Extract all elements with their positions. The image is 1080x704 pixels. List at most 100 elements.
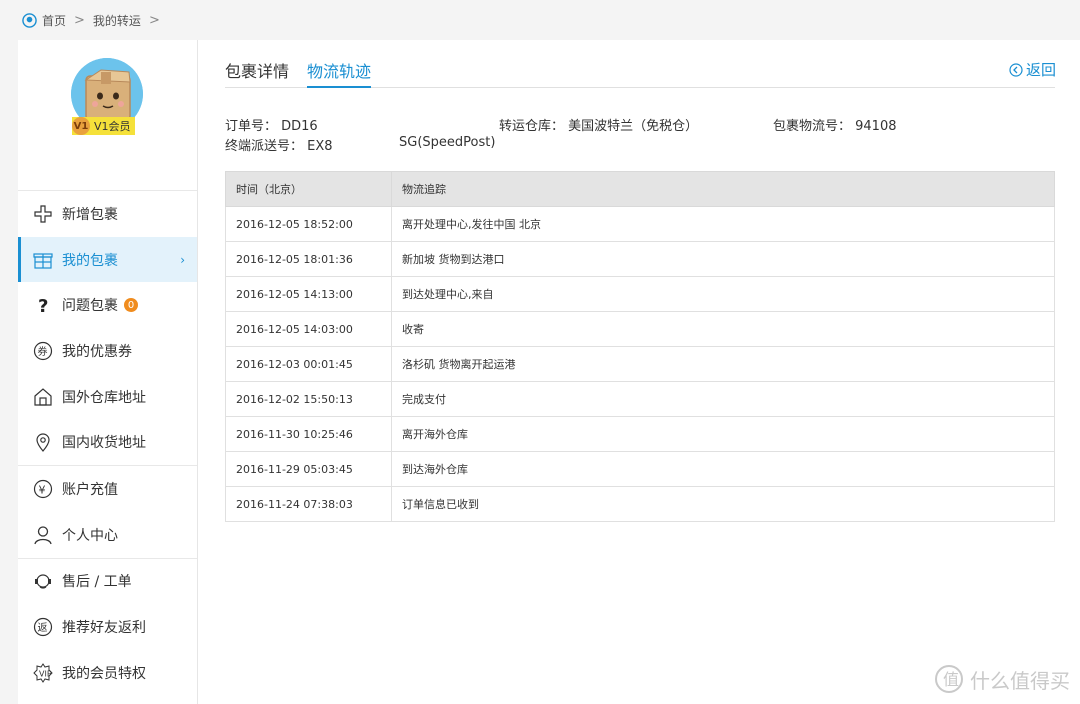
row-event: 新加坡 货物到达港口: [391, 241, 1055, 277]
sidebar-item-label: 推荐好友返利: [62, 620, 146, 637]
row-time: 2016-12-02 15:50:13: [225, 381, 392, 417]
row-time: 2016-12-03 00:01:45: [225, 346, 392, 382]
back-label: 返回: [1025, 61, 1056, 79]
table-row: 2016-12-03 00:01:45 洛杉矶 货物离开起运港: [225, 346, 1055, 382]
transit-warehouse: 转运仓库： 美国波特兰（免税仓）: [499, 119, 699, 134]
sidebar-item-overseas-warehouse[interactable]: 国外仓库地址: [18, 374, 197, 420]
table-header-row: 时间（北京） 物流追踪: [225, 171, 1055, 207]
chevron-right-icon: ›: [180, 252, 185, 267]
sidebar-item-new-package[interactable]: 新增包裹: [18, 191, 197, 237]
sidebar-item-referral[interactable]: 返 推荐好友返利: [18, 604, 197, 650]
table-row: 2016-12-05 14:03:00 收寄: [225, 311, 1055, 347]
sidebar: V1 V1会员 新增包裹 我的包裹 › ? 问题包裹 0 券 我的优惠券 国外仓…: [18, 40, 198, 704]
row-time: 2016-11-29 05:03:45: [225, 451, 392, 487]
breadcrumb-current[interactable]: 我的转运: [93, 12, 141, 29]
row-event: 到达海外仓库: [391, 451, 1055, 487]
sidebar-item-label: 我的优惠券: [62, 343, 132, 360]
table-row: 2016-11-24 07:38:03 订单信息已收到: [225, 486, 1055, 522]
sidebar-item-recharge[interactable]: ¥ 账户充值: [18, 466, 197, 512]
main-content: 包裹详情 物流轨迹 返回 订单号： DD16 转运仓库： 美国波特兰（免税仓） …: [198, 40, 1080, 704]
headset-icon: [32, 570, 54, 592]
row-time: 2016-11-30 10:25:46: [225, 416, 392, 452]
row-event: 离开处理中心,发往中国 北京: [391, 206, 1055, 242]
table-row: 2016-12-02 15:50:13 完成支付: [225, 381, 1055, 417]
sidebar-item-label: 新增包裹: [62, 206, 118, 223]
level-text: V1会员: [94, 120, 131, 133]
watermark-logo-icon: 值: [935, 665, 963, 693]
sidebar-item-problem-packages[interactable]: ? 问题包裹 0: [18, 282, 197, 328]
svg-text:¥: ¥: [39, 483, 46, 496]
location-pin-icon: [22, 12, 37, 28]
sidebar-item-my-packages[interactable]: 我的包裹 ›: [18, 236, 197, 283]
table-row: 2016-11-30 10:25:46 离开海外仓库: [225, 416, 1055, 452]
sidebar-item-label: 国外仓库地址: [62, 389, 146, 406]
svg-text:券: 券: [38, 345, 48, 358]
watermark-text: 什么值得买: [970, 668, 1070, 693]
sidebar-item-label: 账户充值: [62, 481, 118, 498]
sidebar-item-member-privileges[interactable]: VIP 我的会员特权: [18, 650, 197, 696]
watermark: 值 什么值得买: [934, 664, 1070, 694]
back-button[interactable]: 返回: [1009, 59, 1056, 80]
column-header-tracking: 物流追踪: [391, 171, 1055, 207]
profile-card: V1 V1会员: [18, 40, 197, 191]
coupon-icon: 券: [32, 340, 54, 362]
svg-text:值: 值: [943, 670, 959, 689]
sidebar-item-coupons[interactable]: 券 我的优惠券: [18, 328, 197, 374]
back-arrow-icon: [1009, 62, 1023, 77]
tab-bar: 包裹详情 物流轨迹: [225, 58, 1055, 88]
final-delivery-number: 终端派送号： EX8: [225, 139, 333, 154]
question-icon: ?: [32, 294, 54, 316]
plus-icon: [32, 203, 54, 225]
row-time: 2016-11-24 07:38:03: [225, 486, 392, 522]
tab-logistics-tracking[interactable]: 物流轨迹: [307, 58, 372, 88]
sidebar-item-domestic-address[interactable]: 国内收货地址: [18, 419, 197, 465]
tab-package-details[interactable]: 包裹详情: [225, 58, 289, 88]
sidebar-item-label: 售后 / 工单: [62, 574, 132, 591]
user-icon: [32, 524, 54, 546]
rebate-icon: 返: [32, 616, 54, 638]
sidebar-item-label: 问题包裹: [62, 298, 118, 315]
row-time: 2016-12-05 18:01:36: [225, 241, 392, 277]
column-header-time: 时间（北京）: [225, 171, 392, 207]
row-event: 到达处理中心,来自: [391, 276, 1055, 312]
row-event: 收寄: [391, 311, 1055, 347]
sidebar-item-label: 个人中心: [62, 527, 118, 544]
package-info: 订单号： DD16 转运仓库： 美国波特兰（免税仓） 包裹物流号： 94108 …: [225, 115, 1055, 155]
sidebar-item-label: 国内收货地址: [62, 435, 146, 452]
menu-group-packages: 新增包裹 我的包裹 › ? 问题包裹 0 券 我的优惠券 国外仓库地址 国内收货…: [18, 191, 197, 467]
yuan-icon: ¥: [32, 478, 54, 500]
location-icon: [32, 431, 54, 453]
row-time: 2016-12-05 18:52:00: [225, 206, 392, 242]
sidebar-item-after-sales[interactable]: 售后 / 工单: [18, 559, 197, 605]
chevron-right-icon: >: [74, 12, 85, 28]
row-event: 洛杉矶 货物离开起运港: [391, 346, 1055, 382]
breadcrumb-home[interactable]: 首页: [42, 12, 66, 29]
member-level-badge: V1 V1会员: [72, 117, 135, 135]
problem-count-badge: 0: [124, 298, 138, 313]
row-event: 订单信息已收到: [391, 486, 1055, 522]
warehouse-icon: [32, 386, 54, 408]
gift-box-icon: [32, 249, 54, 271]
svg-text:返: 返: [38, 622, 48, 634]
table-row: 2016-12-05 18:52:00 离开处理中心,发往中国 北京: [225, 206, 1055, 242]
final-delivery-carrier: SG(SpeedPost): [399, 135, 496, 150]
table-row: 2016-12-05 18:01:36 新加坡 货物到达港口: [225, 241, 1055, 277]
svg-text:?: ?: [38, 296, 48, 315]
tracking-table: 时间（北京） 物流追踪 2016-12-05 18:52:00 离开处理中心,发往…: [225, 171, 1055, 522]
sidebar-item-personal-center[interactable]: 个人中心: [18, 512, 197, 558]
member-privilege-icon: VIP: [32, 662, 54, 684]
row-event: 离开海外仓库: [391, 416, 1055, 452]
order-number: 订单号： DD16: [225, 119, 318, 134]
table-row: 2016-11-29 05:03:45 到达海外仓库: [225, 451, 1055, 487]
row-time: 2016-12-05 14:03:00: [225, 311, 392, 347]
breadcrumb: 首页 > 我的转运 >: [0, 0, 1080, 40]
svg-text:VIP: VIP: [39, 669, 52, 678]
level-icon: V1: [72, 117, 90, 135]
chevron-right-icon: >: [148, 12, 160, 28]
sidebar-item-label: 我的包裹: [62, 252, 118, 269]
row-event: 完成支付: [391, 381, 1055, 417]
table-row: 2016-12-05 14:13:00 到达处理中心,来自: [225, 276, 1055, 312]
sidebar-item-label: 我的会员特权: [62, 665, 146, 682]
menu-group-account: ¥ 账户充值 个人中心: [18, 466, 197, 559]
row-time: 2016-12-05 14:13:00: [225, 276, 392, 312]
